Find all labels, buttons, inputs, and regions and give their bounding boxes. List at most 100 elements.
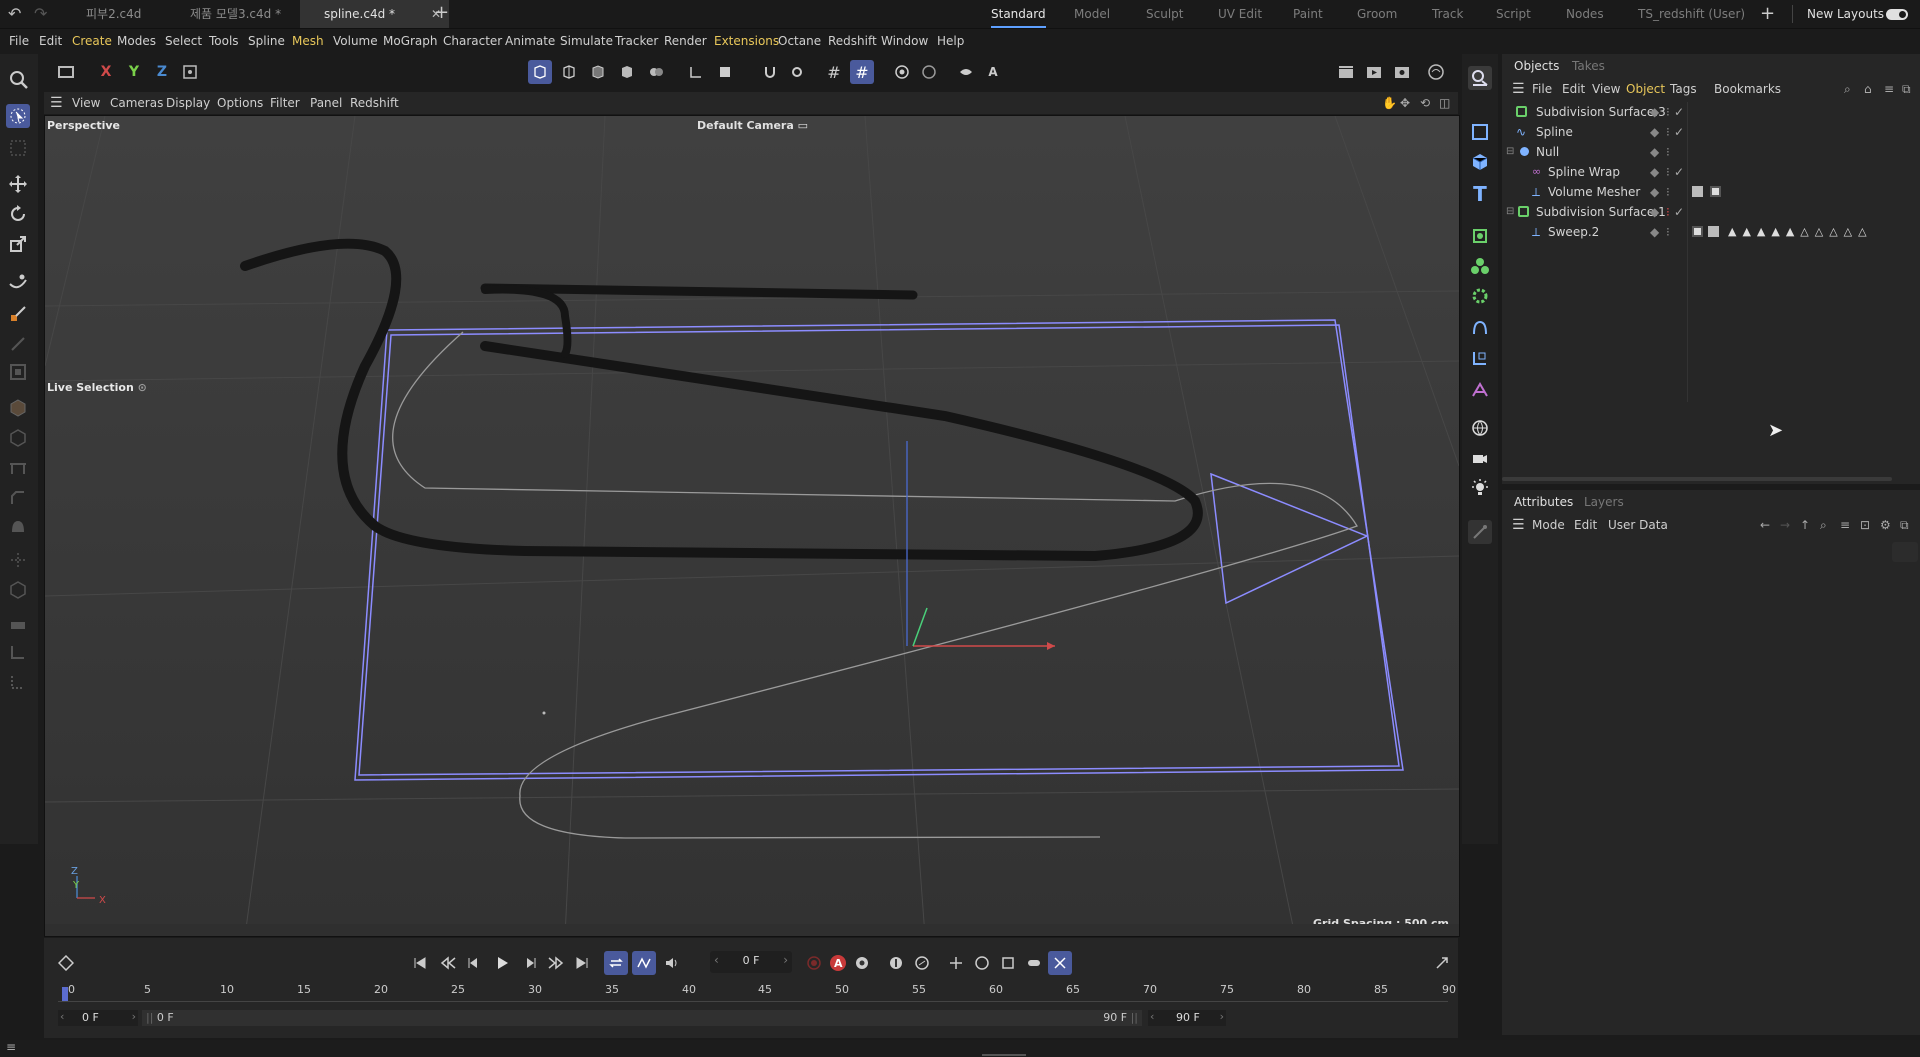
- viewport-menu-cameras[interactable]: Cameras: [110, 92, 163, 114]
- key-mode-icon[interactable]: [884, 951, 908, 975]
- menu-volume[interactable]: Volume: [333, 29, 378, 53]
- object-row-volume-mesher[interactable]: ⟂ Volume Mesher ◆ ⁝: [1502, 182, 1920, 202]
- record-icon[interactable]: [802, 951, 826, 975]
- timeline-ruler[interactable]: 0 5 10 15 20 25 30 35 40 45 50 55 60 65 …: [58, 983, 1456, 1005]
- tab-layers[interactable]: Layers: [1584, 490, 1624, 514]
- polygon-pen-icon[interactable]: [6, 360, 30, 384]
- viewport-menu-panel[interactable]: Panel: [310, 92, 342, 114]
- material-tag-icon[interactable]: [1710, 186, 1721, 197]
- solo-icon[interactable]: [890, 60, 914, 84]
- viewport-solo-icon[interactable]: [954, 60, 978, 84]
- menu-animate[interactable]: Animate: [505, 29, 555, 53]
- objects-menu-bookmarks[interactable]: Bookmarks: [1714, 78, 1781, 100]
- visibility-dots-icon[interactable]: ⁝: [1666, 102, 1670, 122]
- lock-icon[interactable]: ⊡: [1860, 514, 1870, 536]
- deformer-icon[interactable]: [1468, 316, 1492, 340]
- object-row-subdivision-surface-3[interactable]: Subdivision Surface.3 ◆ ⁝ ✓: [1502, 102, 1920, 122]
- object-row-sweep-2[interactable]: ⟂ Sweep.2 ◆ ⁝ ▲▲▲▲▲△△△△△: [1502, 222, 1920, 242]
- render-view-icon[interactable]: [54, 60, 78, 84]
- scale-tool-icon[interactable]: [6, 232, 30, 256]
- enabled-check-icon[interactable]: ✓: [1674, 202, 1684, 222]
- menu-mograph[interactable]: MoGraph: [383, 29, 438, 53]
- clapper-icon[interactable]: [1334, 60, 1358, 84]
- object-row-spline[interactable]: ∿ Spline ◆ ⁝ ✓: [1502, 122, 1920, 142]
- visibility-dots-icon[interactable]: ⁝: [1666, 222, 1670, 242]
- menu-tools[interactable]: Tools: [209, 29, 239, 53]
- menu-character[interactable]: Character: [443, 29, 502, 53]
- timeline-expand-icon[interactable]: [1430, 951, 1454, 975]
- collapse-toggle-icon[interactable]: ⊟: [1506, 142, 1514, 162]
- layout-model[interactable]: Model: [1074, 0, 1110, 28]
- measure-icon[interactable]: [6, 670, 30, 694]
- menu-mesh[interactable]: Mesh: [292, 29, 324, 53]
- frame-up-arrow-icon[interactable]: ›: [783, 953, 788, 967]
- render-active-view-icon[interactable]: [1362, 60, 1386, 84]
- layer-icon[interactable]: ◆: [1650, 202, 1659, 222]
- knife-icon[interactable]: [6, 548, 30, 572]
- loop-icon[interactable]: [604, 951, 628, 975]
- menu-file[interactable]: File: [9, 29, 29, 53]
- null-object-icon[interactable]: [1468, 120, 1492, 144]
- objects-filter-icon[interactable]: ≡: [1884, 78, 1894, 100]
- attributes-search-icon[interactable]: ⌕: [1820, 514, 1827, 536]
- attribute-manager-icon[interactable]: [1468, 66, 1492, 90]
- menu-simulate[interactable]: Simulate: [560, 29, 613, 53]
- previous-key-icon[interactable]: [436, 951, 460, 975]
- viewport-menu-options[interactable]: Options: [217, 92, 263, 114]
- menu-select[interactable]: Select: [165, 29, 202, 53]
- layer-icon[interactable]: ◆: [1650, 162, 1659, 182]
- objects-search-icon[interactable]: ⌕: [1844, 78, 1851, 100]
- go-to-start-icon[interactable]: [408, 951, 432, 975]
- rotate-tool-icon[interactable]: [6, 202, 30, 226]
- extrude-icon[interactable]: [6, 426, 30, 450]
- layout-groom[interactable]: Groom: [1357, 0, 1397, 28]
- projection-label[interactable]: Perspective: [47, 118, 120, 134]
- attributes-settings-icon[interactable]: ⚙: [1880, 514, 1891, 536]
- bevel-icon[interactable]: [6, 486, 30, 510]
- dolly-icon[interactable]: ✥: [1400, 92, 1410, 114]
- layer-icon[interactable]: ◆: [1650, 222, 1659, 242]
- enabled-check-icon[interactable]: ✓: [1674, 122, 1684, 142]
- move-tool-icon[interactable]: [6, 172, 30, 196]
- solo-settings-icon[interactable]: [917, 60, 941, 84]
- object-row-subdivision-surface-1[interactable]: ⊟ Subdivision Surface.1 ◆ ⁝ ✓: [1502, 202, 1920, 222]
- points-mode-icon[interactable]: [528, 60, 552, 84]
- menu-octane[interactable]: Octane: [778, 29, 821, 53]
- attributes-menu-edit[interactable]: Edit: [1574, 514, 1597, 536]
- start-frame-field[interactable]: ‹ 0 F ›: [58, 1010, 138, 1026]
- end-frame-up-icon[interactable]: ›: [1220, 1010, 1224, 1023]
- new-tab-icon[interactable]: +: [434, 2, 449, 23]
- viewport-menu-filter[interactable]: Filter: [270, 92, 300, 114]
- mirror-icon[interactable]: [6, 578, 30, 602]
- file-tab-3[interactable]: spline.c4d * ✕: [300, 0, 449, 28]
- key-scale-icon[interactable]: [996, 951, 1020, 975]
- sculpt-brush-icon[interactable]: [6, 332, 30, 356]
- cube-object-icon[interactable]: [1468, 150, 1492, 174]
- key-rotation-icon[interactable]: [970, 951, 994, 975]
- menu-help[interactable]: Help: [937, 29, 964, 53]
- model-mode-icon[interactable]: [615, 60, 639, 84]
- file-tab-2[interactable]: 제품 모델3.c4d *: [182, 0, 300, 28]
- layout-track[interactable]: Track: [1432, 0, 1463, 28]
- field-icon[interactable]: [1468, 346, 1492, 370]
- next-frame-icon[interactable]: [518, 951, 542, 975]
- key-interp-icon[interactable]: [910, 951, 934, 975]
- key-param-icon[interactable]: [1022, 951, 1046, 975]
- objects-hamburger-icon[interactable]: ☰: [1512, 78, 1525, 100]
- start-frame-up-icon[interactable]: ›: [132, 1010, 136, 1023]
- tab-attributes[interactable]: Attributes: [1514, 490, 1573, 514]
- tag-icon[interactable]: [1708, 226, 1719, 237]
- material-tag-icon[interactable]: [1692, 226, 1703, 237]
- snap-settings-icon[interactable]: [785, 60, 809, 84]
- menu-create[interactable]: Create: [72, 29, 112, 53]
- environment-icon[interactable]: [1468, 416, 1492, 440]
- objects-scrollbar[interactable]: [1502, 477, 1892, 481]
- spline-wrap-tool-icon[interactable]: [1468, 378, 1492, 402]
- viewport-menu-display[interactable]: Display: [166, 92, 210, 114]
- keying-settings-icon[interactable]: [850, 951, 874, 975]
- menu-spline[interactable]: Spline: [248, 29, 285, 53]
- layer-icon[interactable]: ◆: [1650, 122, 1659, 142]
- snap-align-icon[interactable]: [6, 640, 30, 664]
- live-selection-icon[interactable]: [6, 104, 30, 128]
- render-settings-icon[interactable]: [1390, 60, 1414, 84]
